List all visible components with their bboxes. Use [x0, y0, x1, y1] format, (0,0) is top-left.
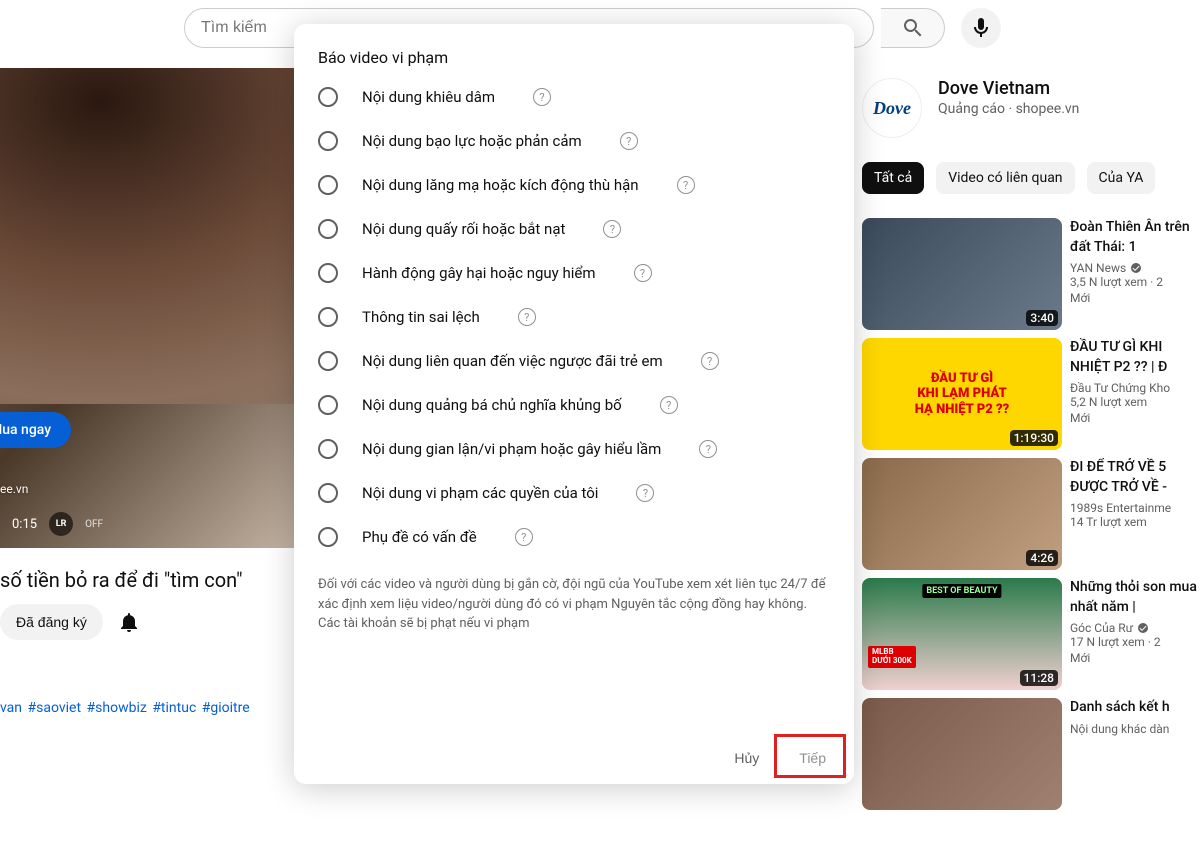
report-option[interactable]: Hành động gây hại hoặc nguy hiểm ?	[318, 251, 830, 295]
cancel-button[interactable]: Hủy	[718, 740, 775, 776]
option-label: Nội dung khiêu dâm	[362, 88, 495, 106]
help-icon[interactable]: ?	[636, 484, 654, 502]
radio-icon[interactable]	[318, 87, 338, 107]
radio-icon[interactable]	[318, 483, 338, 503]
radio-icon[interactable]	[318, 439, 338, 459]
report-option[interactable]: Nội dung lăng mạ hoặc kích động thù hận …	[318, 163, 830, 207]
radio-icon[interactable]	[318, 527, 338, 547]
report-option[interactable]: Nội dung gian lận/vi phạm hoặc gây hiểu …	[318, 427, 830, 471]
option-label: Nội dung liên quan đến việc ngược đãi tr…	[362, 352, 663, 370]
modal-actions: Hủy Tiếp	[294, 732, 854, 784]
radio-icon[interactable]	[318, 395, 338, 415]
radio-icon[interactable]	[318, 219, 338, 239]
report-option[interactable]: Nội dung liên quan đến việc ngược đãi tr…	[318, 339, 830, 383]
modal-footer-text: Đối với các video và người dùng bị gắn c…	[318, 575, 830, 634]
option-label: Phụ đề có vấn đề	[362, 528, 477, 546]
report-option[interactable]: Thông tin sai lệch ?	[318, 295, 830, 339]
option-label: Nội dung vi phạm các quyền của tôi	[362, 484, 598, 502]
option-label: Thông tin sai lệch	[362, 308, 480, 326]
option-label: Nội dung lăng mạ hoặc kích động thù hận	[362, 176, 639, 194]
help-icon[interactable]: ?	[518, 308, 536, 326]
option-label: Hành động gây hại hoặc nguy hiểm	[362, 264, 596, 282]
help-icon[interactable]: ?	[699, 440, 717, 458]
report-option[interactable]: Nội dung khiêu dâm ?	[318, 75, 830, 119]
option-label: Nội dung quảng bá chủ nghĩa khủng bố	[362, 396, 622, 414]
report-option[interactable]: Nội dung bạo lực hoặc phản cảm ?	[318, 119, 830, 163]
report-modal: Báo video vi phạm Nội dung khiêu dâm ? N…	[294, 24, 854, 784]
modal-title: Báo video vi phạm	[294, 24, 854, 75]
help-icon[interactable]: ?	[660, 396, 678, 414]
radio-icon[interactable]	[318, 131, 338, 151]
radio-icon[interactable]	[318, 351, 338, 371]
report-option[interactable]: Nội dung quấy rối hoặc bắt nạt ?	[318, 207, 830, 251]
option-label: Nội dung quấy rối hoặc bắt nạt	[362, 220, 565, 238]
help-icon[interactable]: ?	[620, 132, 638, 150]
option-label: Nội dung gian lận/vi phạm hoặc gây hiểu …	[362, 440, 661, 458]
help-icon[interactable]: ?	[634, 264, 652, 282]
radio-icon[interactable]	[318, 263, 338, 283]
help-icon[interactable]: ?	[533, 88, 551, 106]
help-icon[interactable]: ?	[603, 220, 621, 238]
report-option[interactable]: Nội dung quảng bá chủ nghĩa khủng bố ?	[318, 383, 830, 427]
help-icon[interactable]: ?	[677, 176, 695, 194]
report-option[interactable]: Phụ đề có vấn đề ?	[318, 515, 830, 559]
help-icon[interactable]: ?	[515, 528, 533, 546]
radio-icon[interactable]	[318, 175, 338, 195]
next-button[interactable]: Tiếp	[783, 740, 842, 776]
modal-body[interactable]: Nội dung khiêu dâm ? Nội dung bạo lực ho…	[294, 75, 854, 732]
help-icon[interactable]: ?	[701, 352, 719, 370]
report-option[interactable]: Nội dung vi phạm các quyền của tôi ?	[318, 471, 830, 515]
option-label: Nội dung bạo lực hoặc phản cảm	[362, 132, 582, 150]
radio-icon[interactable]	[318, 307, 338, 327]
